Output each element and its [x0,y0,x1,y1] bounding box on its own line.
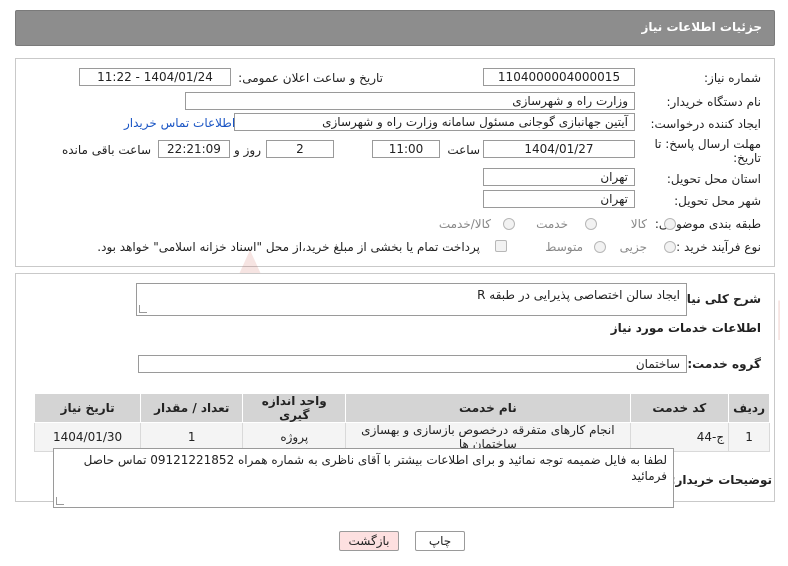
deadline-date-field: 1404/01/27 [483,140,635,158]
deadline-time-label: ساعت [447,143,480,157]
days-field: 2 [266,140,334,158]
deadline-label-date: تاریخ: [733,151,761,165]
services-title: اطلاعات خدمات مورد نیاز [610,321,761,335]
purchase-minor-radio[interactable] [664,241,676,253]
deadline-time-field: 11:00 [372,140,440,158]
category-service-radio[interactable] [585,218,597,230]
resize-handle-icon[interactable] [139,305,147,313]
services-table: ردیف کد خدمت نام خدمت واحد اندازه گیری ت… [33,393,770,452]
treasury-payment-checkbox[interactable] [495,240,507,252]
col-row-number: ردیف [728,393,770,423]
city-label: شهر محل تحویل: [674,194,761,208]
need-number-field: 1104000004000015 [483,68,635,86]
treasury-payment-note: پرداخت تمام یا بخشی از مبلغ خرید،از محل … [97,240,480,254]
need-summary-label: شرح کلی نیاز: [675,292,761,306]
buyer-notes-text: لطفا به فایل ضمیمه توجه نمائید و برای اط… [83,453,667,483]
purchase-medium-radio[interactable] [594,241,606,253]
need-number-label: شماره نیاز: [704,71,761,85]
category-goods-service-label: کالا/خدمت [438,217,491,231]
service-group-field: ساختمان [138,355,687,373]
city-field: تهران [483,190,635,208]
purchase-type-label: نوع فرآیند خرید : [676,240,761,254]
buyer-contact-link[interactable]: اطلاعات تماس خریدار [124,116,235,130]
service-group-label: گروه خدمت: [687,357,761,371]
page-title: جزئیات اطلاعات نیاز [641,20,762,34]
announce-label: تاریخ و ساعت اعلان عمومی: [238,71,383,85]
resize-handle-icon[interactable] [56,497,64,505]
col-need-date: تاریخ نیاز [33,393,142,423]
province-field: تهران [483,168,635,186]
category-goods-label: کالا [630,217,647,231]
table-header-row: ردیف کد خدمت نام خدمت واحد اندازه گیری ت… [33,393,770,423]
purchase-minor-label: جزیی [619,240,647,254]
col-unit: واحد اندازه گیری [242,393,347,423]
category-goods-service-radio[interactable] [503,218,515,230]
deadline-label: مهلت ارسال پاسخ: تا [654,137,761,151]
cell-row-number: 1 [728,422,770,452]
announce-field: 1404/01/24 - 11:22 [79,68,231,86]
col-service-code: کد خدمت [629,393,730,423]
days-label: روز و [234,143,261,157]
need-summary-field: ایجاد سالن اختصاصی پذیرایی در طبقه R [136,283,687,316]
category-goods-radio[interactable] [664,218,676,230]
buyer-org-label: نام دستگاه خریدار: [666,95,762,109]
creator-label: ایجاد کننده درخواست: [650,117,761,131]
buyer-notes-label: توضیحات خریدار: [670,473,772,487]
info-panel [15,58,775,267]
remaining-label: ساعت باقی مانده [61,143,151,157]
buyer-org-field: وزارت راه و شهرسازی [185,92,635,110]
page-header: جزئیات اطلاعات نیاز [15,10,775,46]
back-button[interactable]: بازگشت [339,531,399,551]
col-service-name: نام خدمت [345,393,631,423]
col-quantity: تعداد / مقدار [140,393,244,423]
province-label: استان محل تحویل: [666,172,761,186]
need-summary-text: ایجاد سالن اختصاصی پذیرایی در طبقه R [477,288,680,302]
buyer-notes-field: لطفا به فایل ضمیمه توجه نمائید و برای اط… [53,448,674,508]
creator-field: آیتین جهانبازی گوجانی مسئول سامانه وزارت… [234,113,635,131]
purchase-medium-label: متوسط [545,240,583,254]
category-service-label: خدمت [536,217,568,231]
print-button[interactable]: چاپ [415,531,465,551]
remaining-time-field: 22:21:09 [158,140,230,158]
